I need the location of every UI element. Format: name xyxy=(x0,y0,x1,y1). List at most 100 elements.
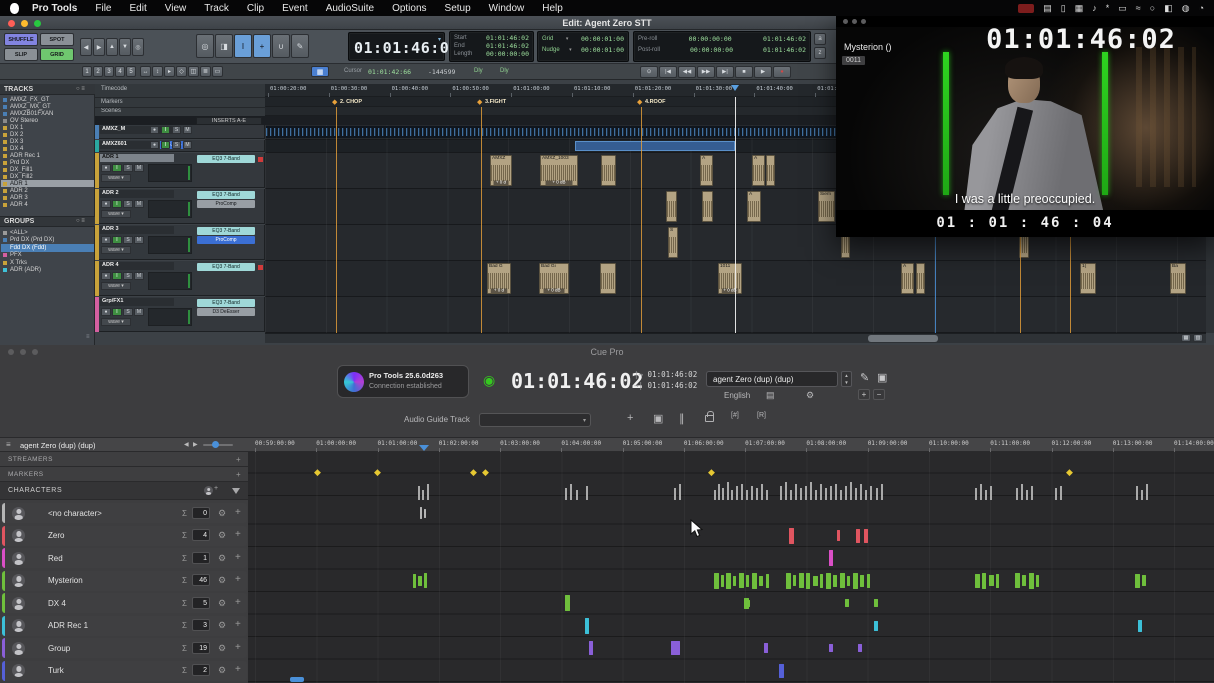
character-settings-icon[interactable]: ⚙ xyxy=(218,575,226,586)
track-view-selector[interactable]: wave ▾ xyxy=(101,210,131,218)
cue-event-bar[interactable] xyxy=(766,574,769,588)
grid-nudge-panel[interactable]: Grid ▾ 00:00:01:00 Nudge ▾ 00:00:01:00 xyxy=(537,31,629,62)
menu-setup[interactable]: Setup xyxy=(436,3,480,14)
cue-event-bar[interactable] xyxy=(820,574,823,588)
scroll-right-button[interactable]: ▶ xyxy=(193,441,198,448)
character-settings-icon[interactable]: ⚙ xyxy=(218,643,226,654)
video-monitor-button[interactable]: ▣ xyxy=(877,371,887,384)
zoom-toggle-button-1[interactable]: ▦ xyxy=(1181,334,1191,342)
punch-numbers-button[interactable]: [#] xyxy=(731,412,739,419)
character-add-icon[interactable]: + xyxy=(235,619,241,630)
siri-icon[interactable]: ◍ xyxy=(1182,3,1190,14)
solo-button[interactable]: S xyxy=(123,308,133,316)
zoomer-tool-button[interactable]: ◎ xyxy=(196,34,214,58)
plugin-window-indicator[interactable] xyxy=(258,265,263,270)
character-row[interactable]: DX 4Σ5⚙+ xyxy=(2,593,247,613)
automation-follows-edit-icon[interactable]: ≣ xyxy=(200,66,211,77)
edit-cue-button[interactable]: ✎ xyxy=(860,371,869,384)
edit-hscroll-thumb[interactable] xyxy=(868,335,938,342)
audio-guide-dropdown[interactable]: ▾ xyxy=(479,413,591,427)
sel-end-value[interactable]: 01:01:46:02 xyxy=(486,42,529,50)
cue-marker-diamond[interactable]: ◆ xyxy=(1066,467,1073,478)
return-to-zero-button[interactable]: |◀ xyxy=(659,66,677,78)
audio-clip[interactable] xyxy=(600,263,616,294)
bluetooth-icon[interactable]: * xyxy=(1106,3,1110,13)
zoom-toggle-button-2[interactable]: ▥ xyxy=(1193,334,1203,342)
mirrored-editing-icon[interactable]: ◫ xyxy=(188,66,199,77)
cue-event-bar[interactable] xyxy=(733,576,736,586)
mode-button-grid[interactable]: GRID xyxy=(40,48,74,61)
video-close-button[interactable] xyxy=(843,19,848,24)
cue-event-bar[interactable] xyxy=(565,595,570,611)
trim-tool-button[interactable]: ◨ xyxy=(215,34,233,58)
cue-event-bar[interactable] xyxy=(1036,575,1039,587)
character-count-field[interactable]: 4 xyxy=(192,529,210,541)
track-list-item[interactable]: AMXZ_MX_GT xyxy=(10,104,51,110)
cue-event-bar[interactable] xyxy=(996,574,999,588)
track-list-item[interactable]: DX 4 xyxy=(10,146,23,152)
edit-playhead[interactable] xyxy=(735,97,736,333)
record-enable-button[interactable]: ● xyxy=(101,308,111,316)
character-count-field[interactable]: 3 xyxy=(192,619,210,631)
cue-event-bar[interactable] xyxy=(1029,573,1034,589)
cue-event-bar[interactable] xyxy=(746,575,749,587)
audio-clip[interactable]: Ba xyxy=(1170,263,1186,294)
character-row[interactable]: ADR Rec 1Σ3⚙+ xyxy=(2,616,247,636)
mute-button[interactable]: M xyxy=(134,272,144,280)
character-add-icon[interactable]: + xyxy=(235,664,241,675)
character-count-field[interactable]: 1 xyxy=(192,552,210,564)
marker-label[interactable]: 2. CHOP xyxy=(340,99,362,105)
nudge-value[interactable]: 00:00:01:00 xyxy=(581,46,624,54)
record-enable-button[interactable]: ● xyxy=(101,236,111,244)
record-button[interactable]: ● xyxy=(773,66,791,78)
track-name[interactable]: ADR 3 xyxy=(100,226,174,234)
character-count-field[interactable]: 19 xyxy=(192,642,210,654)
group-list-item[interactable]: Fdd DX (Fdd) xyxy=(10,245,46,251)
character-add-icon[interactable]: + xyxy=(235,507,241,518)
audio-clip[interactable]: Bad G+ 0 d xyxy=(487,263,511,294)
cue-event-bar[interactable] xyxy=(989,575,994,586)
audio-clip[interactable]: A xyxy=(901,263,914,294)
track-name[interactable]: ADR 2 xyxy=(100,190,174,198)
insertion-follows-playback-icon[interactable]: ▸ xyxy=(164,66,175,77)
add-cue-button[interactable]: + xyxy=(858,389,870,400)
track-name[interactable]: ADR 1 xyxy=(100,154,174,162)
transport-end-value[interactable]: 01:01:46:02 xyxy=(763,46,806,54)
mute-button[interactable]: M xyxy=(183,141,192,149)
link-timeline-edit-icon[interactable]: ↔ xyxy=(140,66,151,77)
mode-button-spot[interactable]: SPOT xyxy=(40,33,74,46)
cue-event-bar[interactable] xyxy=(860,575,864,587)
group-list-item[interactable]: <ALL> xyxy=(10,230,28,236)
menu-event[interactable]: Event xyxy=(273,3,317,14)
cue-event-bar[interactable] xyxy=(833,575,837,587)
audio-clip[interactable]: 1011+ 0 dB xyxy=(718,263,742,294)
cue-event-bar[interactable] xyxy=(813,576,818,586)
insert-slot[interactable]: ProComp xyxy=(197,236,255,244)
groups-header-menu-icon[interactable]: ○ ≡ xyxy=(76,218,85,224)
track-list-item[interactable]: ADR Rec 1 xyxy=(10,153,40,159)
cue-event-bar[interactable] xyxy=(747,600,750,607)
track-list-item[interactable]: DX_Fill1 xyxy=(10,167,33,173)
cue-stepper[interactable]: ▲▼ xyxy=(841,371,852,387)
tab-to-transient-icon[interactable]: ◇ xyxy=(176,66,187,77)
scrubber-tool-button[interactable]: ∪ xyxy=(272,34,290,58)
ruler-gutter-markers[interactable]: Markers xyxy=(101,99,123,105)
group-list-item[interactable]: X Trks xyxy=(10,260,27,266)
zoom-preset-button[interactable]: ◎ xyxy=(132,38,144,56)
marker-diamond-icon[interactable]: ◆ xyxy=(332,98,337,106)
audio-clip[interactable] xyxy=(766,155,775,186)
marker-diamond-icon[interactable]: ◆ xyxy=(637,98,642,106)
rewind-button[interactable]: ◀◀ xyxy=(678,66,696,78)
marker-label[interactable]: 4.ROOF xyxy=(645,99,665,105)
cue-event-bar[interactable] xyxy=(1135,574,1140,588)
solo-button[interactable]: S xyxy=(123,200,133,208)
cue-timeline-area[interactable] xyxy=(248,452,1214,683)
edit-corner-icons[interactable]: ≡ xyxy=(86,334,94,342)
cue-event-bar[interactable] xyxy=(856,529,860,543)
transport-panel[interactable]: Pre-roll 00:00:00:00 01:01:46:02 Post-ro… xyxy=(633,31,811,62)
track-view-selector[interactable]: wave ▾ xyxy=(101,174,131,182)
record-enable-button[interactable]: ● xyxy=(150,141,159,149)
music-icon[interactable]: ♪ xyxy=(1092,3,1097,13)
menu-file[interactable]: File xyxy=(86,3,120,14)
track-name[interactable]: Grp/FX1 xyxy=(100,298,174,306)
